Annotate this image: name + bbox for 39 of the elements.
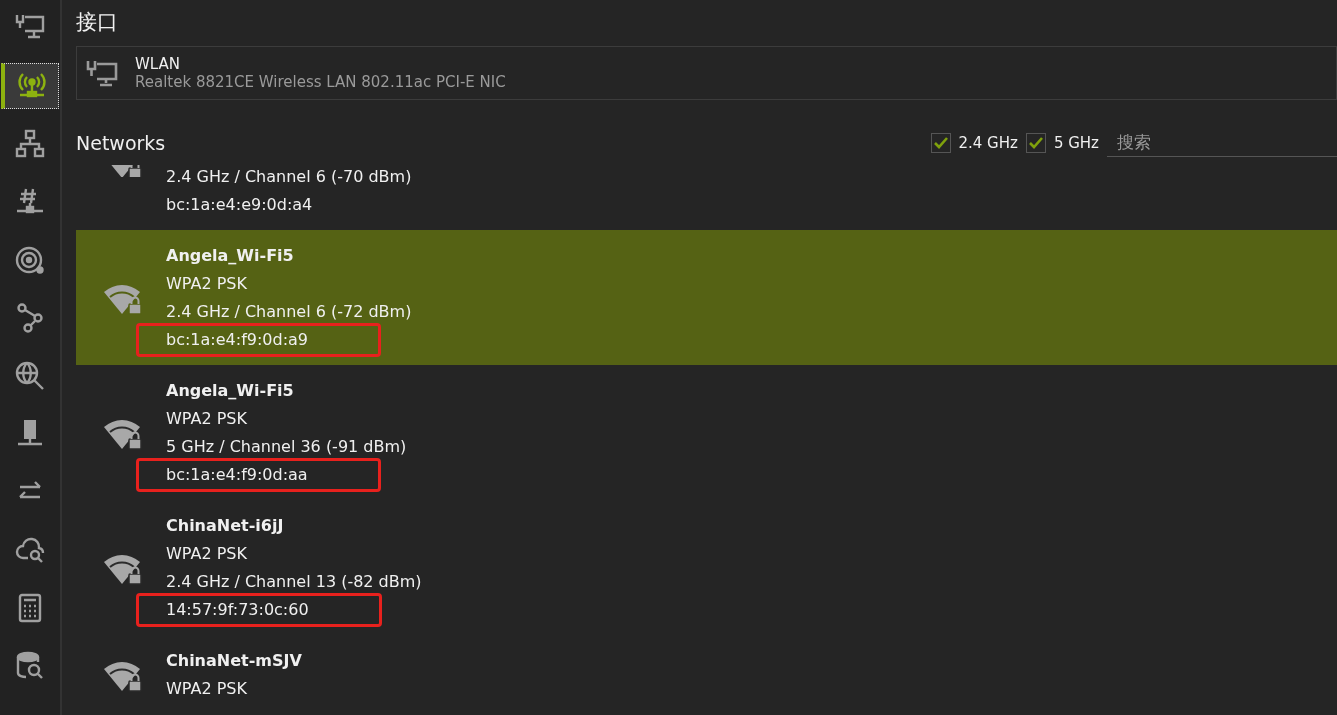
radar-icon [14, 244, 46, 276]
band-channel: 2.4 GHz / Channel 6 (-70 dBm) [166, 166, 412, 188]
adapter-name: Realtek 8821CE Wireless LAN 802.11ac PCI-E NIC [135, 73, 506, 91]
network-row[interactable]: Angela_Wi-Fi5 WPA2 PSK 2.4 GHz / Channel 6 (-72 dBm) bc:1a:e4:f9:0d:a9 [76, 230, 1337, 365]
page-title: 接口 [76, 9, 119, 36]
security-type: WPA2 PSK [166, 273, 248, 295]
checkbox[interactable] [930, 132, 951, 153]
network-row[interactable]: 2.4 GHz / Channel 6 (-70 dBm) bc:1a:e4:e9:0d:a4 [76, 163, 1337, 230]
nodes-icon [14, 302, 46, 334]
band-channel: 5 GHz / Channel 36 (-91 dBm) [166, 436, 407, 458]
globe-icon [14, 360, 46, 392]
band-channel: 2.4 GHz / Channel 6 (-72 dBm) [166, 301, 412, 323]
interface-card[interactable]: WLAN Realtek 8821CE Wireless LAN 802.11ac PCI-E NIC [76, 46, 1337, 100]
filter-label: 5 GHz [1053, 133, 1099, 152]
network-row[interactable]: ChinaNet-i6jJ WPA2 PSK 2.4 GHz / Channel 13 (-82 dBm) 14:57:9f:73:0c:60 [76, 500, 1337, 635]
security-type: WPA2 PSK [166, 543, 248, 565]
mac-address: bc:1a:e4:f9:0d:a9 [166, 330, 309, 349]
check-icon [933, 136, 948, 149]
search-field[interactable]: 搜索 [1107, 128, 1337, 157]
check-icon [1028, 136, 1043, 149]
filter-label: 2.4 GHz [958, 133, 1018, 152]
network-name: Angela_Wi-Fi5 [166, 245, 295, 267]
network-name: Angela_Wi-Fi5 [166, 380, 295, 402]
band-channel: 2.4 GHz / Channel 13 (-82 dBm) [166, 571, 422, 593]
sidebar-item[interactable] [1, 63, 59, 109]
section-heading: Networks [76, 131, 166, 154]
interface-name: WLAN [135, 55, 181, 73]
checkbox[interactable] [1025, 132, 1046, 153]
mac-address: bc:1a:e4:e9:0d:a4 [166, 194, 314, 216]
mac-address: 14:57:9f:73:0c:60 [166, 600, 309, 619]
security-type: WPA2 PSK [166, 678, 248, 700]
network-row[interactable]: ChinaNet-mSJV WPA2 PSK [76, 635, 1337, 714]
security-type: WPA2 PSK [166, 408, 248, 430]
network-row[interactable]: Angela_Wi-Fi5 WPA2 PSK 5 GHz / Channel 36 (-91 dBm) bc:1a:e4:f9:0d:aa [76, 365, 1337, 500]
mac-address: bc:1a:e4:f9:0d:aa [166, 465, 308, 484]
network-name: ChinaNet-mSJV [166, 650, 302, 672]
monitor-icon [85, 58, 119, 88]
network-icon [14, 128, 46, 160]
network-name: ChinaNet-i6jJ [166, 515, 285, 537]
